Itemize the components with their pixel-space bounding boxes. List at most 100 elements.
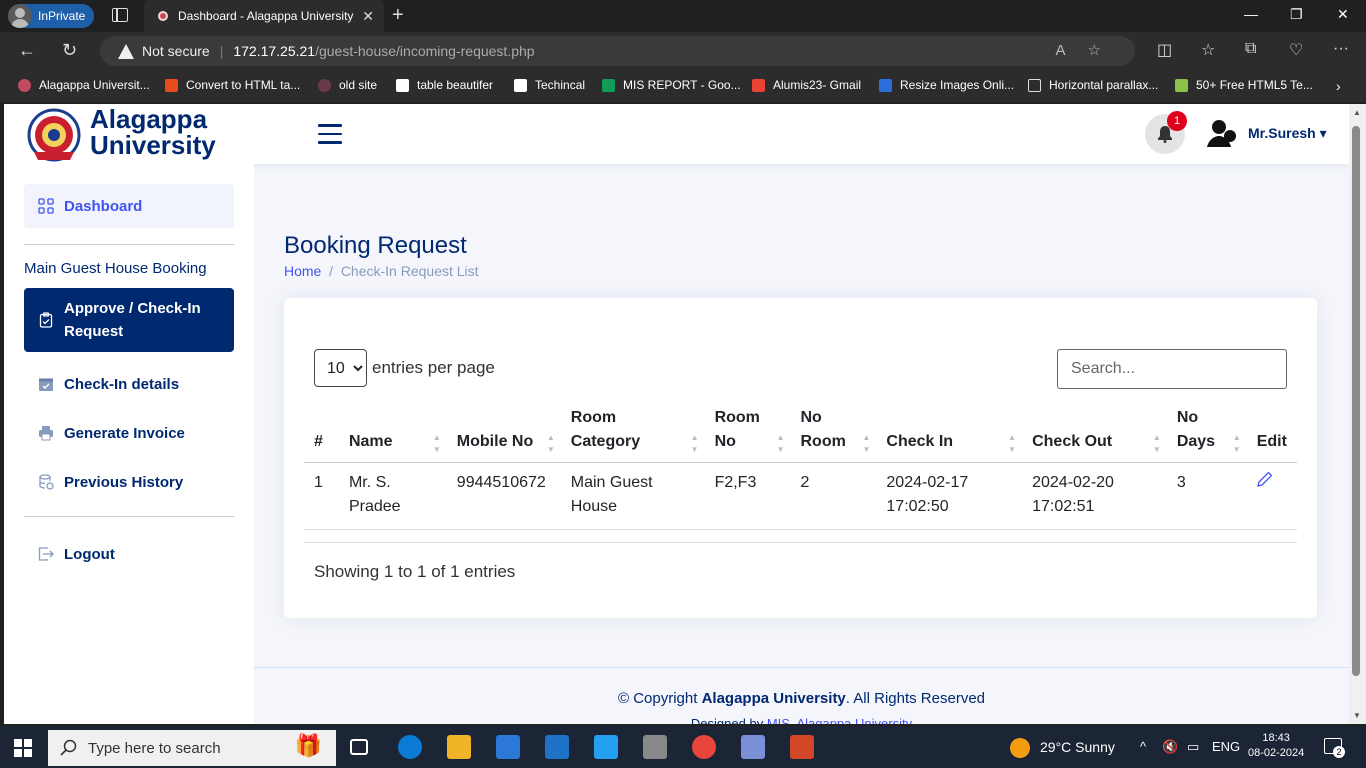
inprivate-badge[interactable]: InPrivate	[8, 4, 94, 28]
bookmark-item[interactable]: table beautifer	[396, 78, 493, 92]
column-header-name[interactable]: Name ▲ ▼	[338, 404, 447, 463]
booking-table: # Name ▲ ▼ Mobile No ▲ ▼ Room Category ▲ ▼ Roo…	[304, 404, 1297, 530]
refresh-icon[interactable]: ↻	[62, 40, 77, 61]
scrollbar-thumb[interactable]	[1352, 126, 1360, 676]
snipping-tool-icon[interactable]	[643, 735, 667, 759]
language-indicator[interactable]: ENG	[1212, 739, 1240, 754]
collections-icon[interactable]: ⧉	[1245, 40, 1256, 58]
scroll-down-icon[interactable]: ▼	[1353, 711, 1361, 720]
restore-icon[interactable]: ❐	[1290, 6, 1303, 23]
tab-actions-icon[interactable]	[112, 8, 128, 22]
back-icon[interactable]: ←	[18, 40, 36, 61]
column-header-mobile[interactable]: Mobile No ▲ ▼	[446, 404, 561, 463]
bookmark-item[interactable]: old site	[318, 78, 377, 92]
table-search-input[interactable]	[1057, 349, 1287, 389]
search-highlight-icon: 🎁	[294, 733, 322, 758]
weather-text[interactable]: 29°C Sunny	[1040, 739, 1115, 755]
user-avatar-icon[interactable]	[1204, 114, 1242, 152]
footer-credits-link[interactable]: MIS, Alagappa University	[767, 716, 912, 724]
sidebar-item-label: Generate Invoice	[64, 424, 185, 442]
breadcrumb-current: Check-In Request List	[340, 263, 479, 279]
user-menu-dropdown[interactable]: Mr.Suresh ▾	[1248, 125, 1327, 142]
cell-check-out: 2024-02-20 17:02:51	[1022, 462, 1167, 530]
warning-icon	[118, 43, 134, 59]
sidebar-item-dashboard[interactable]: Dashboard	[24, 184, 234, 228]
bookmark-favicon-icon	[18, 78, 31, 92]
column-header-room-category[interactable]: Room Category ▲ ▼	[560, 404, 705, 463]
bookmark-item[interactable]: Alagappa Universit...	[18, 78, 150, 92]
table-bottom-divider	[304, 542, 1297, 543]
bookmark-item[interactable]: Alumis23- Gmail	[752, 78, 861, 92]
url-bar[interactable]: Not secure | 172.17.25.21/guest-house/in…	[100, 36, 1135, 66]
sidebar-item-logout[interactable]: Logout	[24, 539, 234, 569]
app-icon[interactable]	[741, 735, 765, 759]
vscode-icon[interactable]	[594, 735, 618, 759]
sidebar-item-label: Previous History	[64, 473, 184, 491]
logout-icon	[38, 546, 54, 562]
notification-badge: 1	[1167, 111, 1187, 131]
close-window-icon[interactable]: ✕	[1337, 6, 1349, 23]
bookmark-item[interactable]: Techincal	[514, 78, 585, 92]
breadcrumb-separator: /	[329, 263, 334, 279]
bookmark-item[interactable]: Convert to HTML ta...	[165, 78, 300, 92]
cell-no-days: 3	[1166, 462, 1247, 530]
search-icon	[60, 739, 77, 756]
column-header-no-room[interactable]: No Room ▲ ▼	[790, 404, 877, 463]
close-tab-icon[interactable]: ✕	[362, 8, 374, 25]
menu-toggle-icon[interactable]	[318, 124, 342, 144]
network-icon[interactable]: ▭	[1187, 739, 1199, 755]
taskbar-search-box[interactable]: Type here to search 🎁	[48, 730, 336, 766]
bookmark-favicon-icon	[879, 78, 892, 92]
task-view-icon[interactable]	[350, 739, 368, 755]
browser-tab-active[interactable]: Dashboard - Alagappa University ✕	[144, 0, 384, 32]
web-page: Alagappa University 1 Mr.Suresh ▾ Dashbo…	[4, 104, 1349, 724]
sidebar-item-generate-invoice[interactable]: Generate Invoice	[24, 418, 234, 448]
taskbar-clock[interactable]: 18:43 08-02-2024	[1248, 731, 1304, 761]
cell-room-no: F2,F3	[704, 462, 791, 530]
column-header-check-in[interactable]: Check In ▲ ▼	[876, 404, 1023, 463]
chrome-icon[interactable]	[692, 735, 716, 759]
breadcrumb-home-link[interactable]: Home	[284, 263, 321, 279]
bookmark-item[interactable]: Resize Images Onli...	[879, 78, 1014, 92]
column-header-no-days[interactable]: No Days ▲ ▼	[1166, 404, 1247, 463]
favorites-icon[interactable]: ☆	[1201, 40, 1215, 60]
volume-icon[interactable]: 🔇	[1162, 739, 1178, 755]
bookmark-item[interactable]: Horizontal parallax...	[1028, 78, 1158, 92]
tray-expand-icon[interactable]: ^	[1140, 739, 1146, 754]
split-screen-icon[interactable]: ◫	[1157, 40, 1172, 60]
column-header-check-out[interactable]: Check Out ▲ ▼	[1022, 404, 1167, 463]
url-path: /guest-house/incoming-request.php	[315, 43, 535, 59]
file-explorer-icon[interactable]	[447, 735, 471, 759]
scroll-up-icon[interactable]: ▲	[1353, 108, 1361, 117]
calendar-check-icon	[38, 376, 54, 392]
new-tab-icon[interactable]: +	[392, 4, 404, 27]
entries-per-page-select[interactable]: 10	[314, 349, 367, 387]
bookmarks-bar: Alagappa Universit... Convert to HTML ta…	[0, 70, 1366, 102]
browser-titlebar: InPrivate Dashboard - Alagappa Universit…	[0, 0, 1366, 32]
sidebar-item-previous-history[interactable]: Previous History	[24, 467, 234, 497]
powerpoint-icon[interactable]	[790, 735, 814, 759]
sidebar-item-approve-checkin[interactable]: Approve / Check-In Request	[24, 288, 234, 352]
bookmarks-more-icon[interactable]: ›	[1336, 78, 1341, 94]
edge-taskbar-icon[interactable]	[398, 735, 422, 759]
store-icon[interactable]	[496, 735, 520, 759]
column-header-room-no[interactable]: Room No ▲ ▼	[704, 404, 791, 463]
column-header-number[interactable]: #	[304, 404, 339, 463]
site-logo-text[interactable]: Alagappa University	[90, 106, 216, 158]
page-title: Booking Request	[284, 232, 467, 259]
booking-request-card: 10 entries per page # Name▲▼ Mobile No▲▼…	[284, 298, 1317, 618]
bookmark-item[interactable]: MIS REPORT - Goo...	[602, 78, 741, 92]
read-aloud-icon[interactable]: A☆	[1056, 41, 1123, 59]
extensions-icon[interactable]: ♡	[1289, 40, 1303, 60]
bookmark-item[interactable]: 50+ Free HTML5 Te...	[1175, 78, 1313, 92]
windows-start-icon[interactable]	[14, 739, 32, 757]
sort-arrows-icon: ▲ ▼	[862, 432, 871, 454]
minimize-icon[interactable]: —	[1244, 6, 1258, 22]
sidebar-item-checkin-details[interactable]: Check-In details	[24, 369, 234, 399]
sort-arrows-icon: ▲ ▼	[432, 432, 441, 454]
weather-sun-icon	[1010, 738, 1030, 758]
pencil-icon[interactable]	[1256, 471, 1273, 487]
more-menu-icon[interactable]: ···	[1333, 40, 1349, 58]
page-scrollbar[interactable]: ▲ ▼	[1349, 104, 1366, 724]
mail-icon[interactable]	[545, 735, 569, 759]
